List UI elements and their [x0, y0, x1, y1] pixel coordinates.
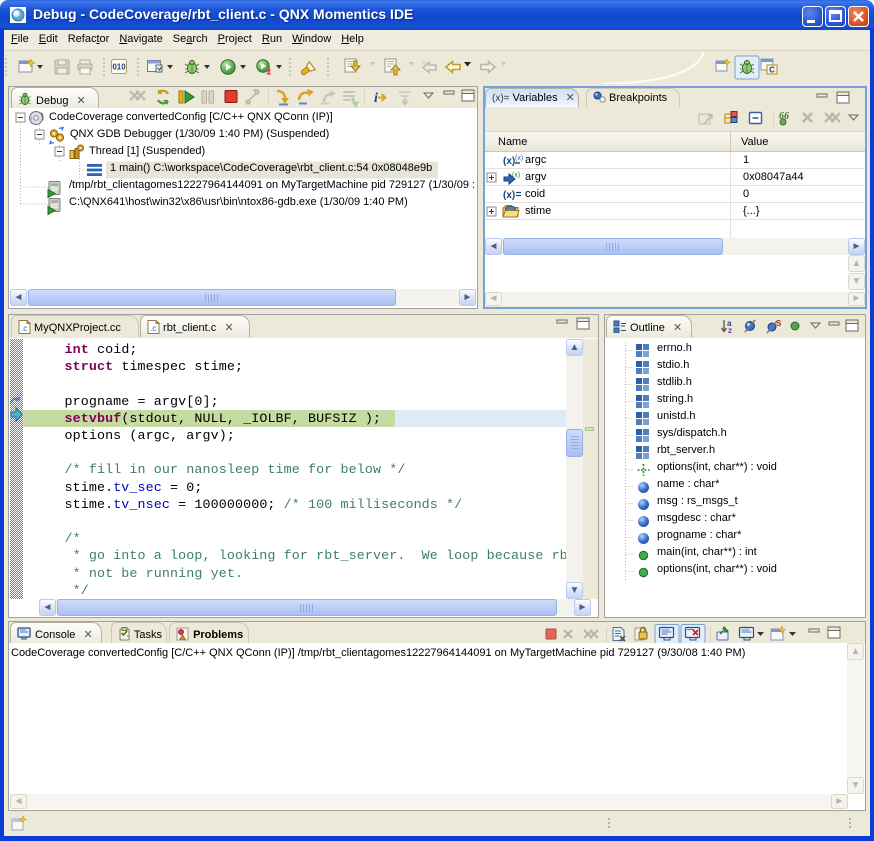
svg-text:C: C: [769, 66, 775, 75]
svg-text:.c: .c: [21, 324, 27, 333]
svg-text:z: z: [728, 326, 732, 335]
svg-text:(x): (x): [503, 190, 515, 201]
svg-text:.c: .c: [150, 324, 156, 333]
svg-text:010: 010: [112, 63, 126, 72]
svg-text:(x): (x): [515, 155, 523, 162]
svg-text:(x): (x): [512, 172, 520, 179]
svg-text:i: i: [374, 91, 378, 106]
svg-text:S: S: [776, 319, 782, 328]
svg-text:(x): (x): [503, 156, 515, 167]
